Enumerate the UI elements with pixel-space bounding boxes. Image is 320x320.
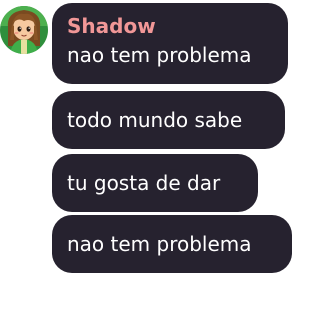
chat-thread: Shadow nao tem problema todo mundo sabe … — [0, 0, 294, 320]
cartoon-girl-avatar-icon — [0, 6, 48, 54]
message-text: nao tem problema — [67, 43, 252, 67]
author-name[interactable]: Shadow — [67, 14, 274, 38]
message-bubble[interactable]: nao tem problema — [52, 215, 292, 273]
message-text: tu gosta de dar — [67, 171, 221, 195]
avatar[interactable] — [0, 6, 48, 54]
message-bubble[interactable]: tu gosta de dar — [52, 154, 258, 212]
message-text: nao tem problema — [67, 232, 252, 256]
message-text: todo mundo sabe — [67, 108, 243, 132]
message-bubble[interactable]: Shadow nao tem problema — [52, 3, 288, 84]
message-bubble[interactable]: todo mundo sabe — [52, 91, 285, 149]
